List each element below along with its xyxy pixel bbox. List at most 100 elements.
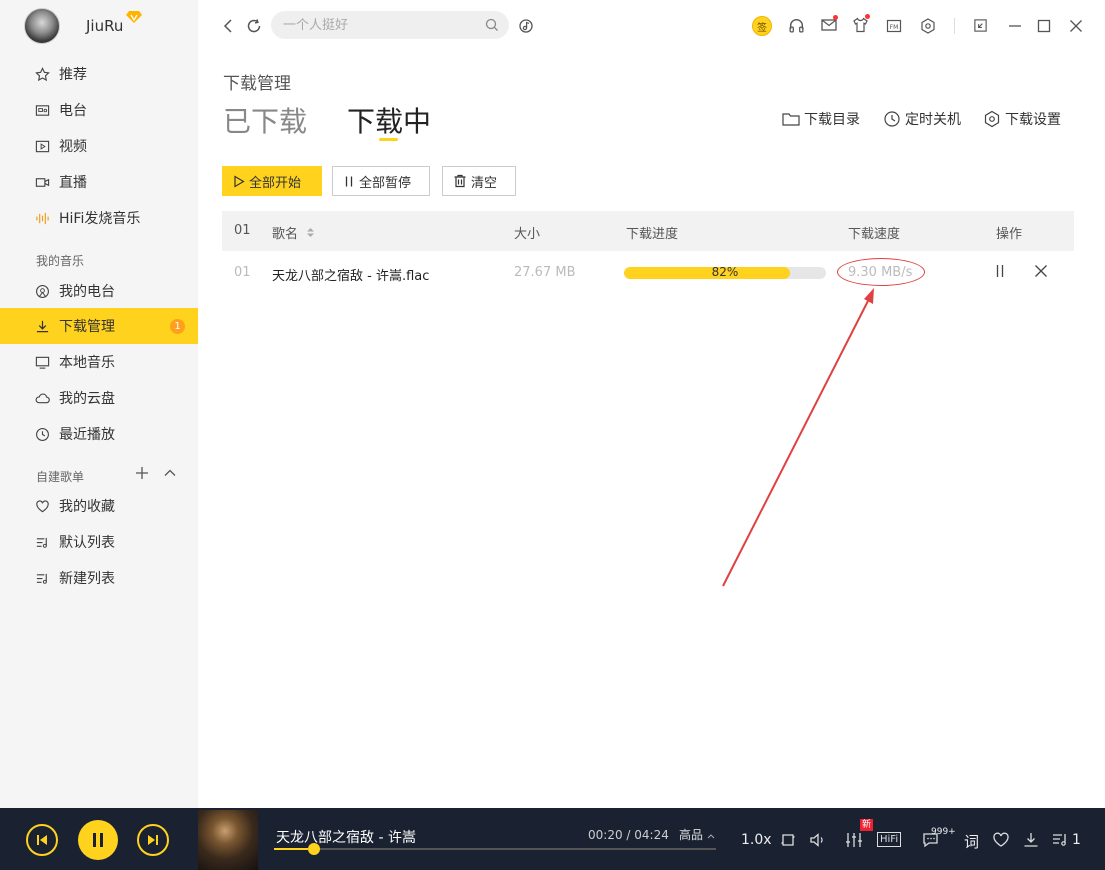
sidebar-item-radio[interactable]: 电台 xyxy=(0,92,198,128)
row-delete-close-icon[interactable] xyxy=(1034,264,1048,282)
download-settings-button[interactable]: 下载设置 xyxy=(983,109,1061,129)
clear-button[interactable]: 清空 xyxy=(442,166,516,196)
sidebar-item-recommend[interactable]: 推荐 xyxy=(0,56,198,92)
headphones-icon[interactable] xyxy=(788,17,805,34)
skin-notification-dot xyxy=(865,14,870,19)
vip-diamond-icon[interactable] xyxy=(126,10,142,24)
download-icon[interactable] xyxy=(1023,832,1039,848)
cloud-icon xyxy=(34,390,50,406)
previous-track-button[interactable] xyxy=(26,824,58,856)
col-speed-header: 下载速度 xyxy=(848,227,901,242)
collapse-chevron-icon[interactable] xyxy=(163,466,177,484)
sidebar-item-label: HiFi发烧音乐 xyxy=(59,211,141,227)
clock-icon xyxy=(34,426,50,442)
album-cover[interactable] xyxy=(198,810,258,870)
download-settings-label: 下载设置 xyxy=(1005,112,1061,128)
download-folder-label: 下载目录 xyxy=(804,112,860,128)
sidebar-item-download-manager[interactable]: 下载管理 1 xyxy=(0,308,198,344)
new-tag-badge: 新 xyxy=(860,819,874,831)
video-icon xyxy=(34,138,50,154)
star-icon xyxy=(34,66,50,82)
pause-icon xyxy=(345,176,353,186)
sidebar-item-default-list[interactable]: 默认列表 xyxy=(0,524,198,560)
monitor-icon xyxy=(34,354,50,370)
settings-gear-icon[interactable] xyxy=(920,18,936,34)
timer-icon xyxy=(884,111,900,127)
sidebar-item-label: 推荐 xyxy=(59,67,87,83)
sidebar-item-label: 新建列表 xyxy=(59,571,115,587)
row-index: 01 xyxy=(234,265,251,280)
close-icon[interactable] xyxy=(1069,19,1083,33)
music-recognition-icon[interactable] xyxy=(518,18,534,34)
volume-icon[interactable] xyxy=(809,832,827,848)
timer-shutdown-label: 定时关机 xyxy=(905,112,961,128)
maximize-icon[interactable] xyxy=(1037,19,1051,33)
play-pause-button[interactable] xyxy=(78,820,118,860)
trash-icon xyxy=(454,174,466,188)
loop-mode-icon[interactable] xyxy=(780,832,796,848)
equalizer-icon[interactable] xyxy=(845,832,863,848)
fm-icon[interactable]: FM xyxy=(886,18,902,34)
sidebar: JiuRu 推荐 电台 视频 直播 HiFi发烧音乐 我的音乐 我的电台 下载管… xyxy=(0,0,198,808)
download-folder-button[interactable]: 下载目录 xyxy=(782,109,860,129)
top-bar: 签 FM xyxy=(198,0,1105,52)
row-pause-icon[interactable] xyxy=(994,264,1006,282)
col-name-header[interactable]: 歌名 xyxy=(272,223,315,242)
sidebar-item-label: 我的云盘 xyxy=(59,391,115,407)
download-progress-bar: 82% xyxy=(624,267,826,279)
sidebar-item-new-list[interactable]: 新建列表 xyxy=(0,560,198,596)
like-heart-icon[interactable] xyxy=(992,832,1010,848)
mini-mode-icon[interactable] xyxy=(973,18,988,33)
sidebar-item-favorites[interactable]: 我的收藏 xyxy=(0,488,198,524)
back-arrow-icon[interactable] xyxy=(222,18,234,34)
sort-icon[interactable] xyxy=(306,227,315,238)
add-playlist-icon[interactable] xyxy=(135,466,149,484)
minimize-icon[interactable] xyxy=(1008,19,1022,33)
hifi-badge[interactable]: HiFi xyxy=(877,832,902,847)
sidebar-item-label: 我的收藏 xyxy=(59,499,115,515)
table-row[interactable]: 01 天龙八部之宿敌 - 许嵩.flac 27.67 MB 82% 9.30 M… xyxy=(222,252,1074,294)
sidebar-item-live[interactable]: 直播 xyxy=(0,164,198,200)
svg-text:FM: FM xyxy=(890,24,899,31)
col-ops-header: 操作 xyxy=(996,227,1023,242)
avatar[interactable] xyxy=(24,8,60,44)
lyrics-toggle[interactable]: 词 xyxy=(964,831,979,852)
sidebar-item-local-music[interactable]: 本地音乐 xyxy=(0,344,198,380)
sidebar-item-label: 我的电台 xyxy=(59,284,115,300)
pause-all-button[interactable]: 全部暂停 xyxy=(332,166,430,196)
playback-progress-knob[interactable] xyxy=(308,843,320,855)
sidebar-item-recent[interactable]: 最近播放 xyxy=(0,416,198,452)
search-input[interactable] xyxy=(271,11,471,39)
tab-downloaded[interactable]: 已下载 xyxy=(223,100,307,140)
playlist-queue-icon[interactable] xyxy=(1052,832,1070,848)
download-count-badge: 1 xyxy=(170,319,185,334)
user-profile[interactable]: JiuRu xyxy=(24,8,123,44)
folder-icon xyxy=(782,113,800,126)
mail-icon[interactable] xyxy=(821,18,837,32)
search-icon[interactable] xyxy=(485,18,499,36)
skin-shirt-icon[interactable] xyxy=(852,17,869,33)
start-all-button[interactable]: 全部开始 xyxy=(222,166,322,196)
tab-downloading[interactable]: 下载中 xyxy=(347,100,431,140)
active-tab-indicator xyxy=(379,138,398,141)
section-title-my-music: 我的音乐 xyxy=(36,254,85,268)
download-progress-label: 82% xyxy=(711,267,739,279)
sidebar-item-hifi[interactable]: HiFi发烧音乐 xyxy=(0,200,198,236)
play-outline-icon xyxy=(234,174,245,188)
quality-selector[interactable]: 高品 xyxy=(679,826,715,843)
sign-in-badge[interactable]: 签 xyxy=(752,16,772,36)
next-track-button[interactable] xyxy=(137,824,169,856)
now-playing-title: 天龙八部之宿敌 - 许嵩 xyxy=(276,830,416,846)
refresh-icon[interactable] xyxy=(246,18,262,34)
search-box[interactable] xyxy=(271,11,509,39)
playlist-icon xyxy=(34,534,50,550)
sidebar-item-my-radio[interactable]: 我的电台 xyxy=(0,273,198,309)
sidebar-item-video[interactable]: 视频 xyxy=(0,128,198,164)
download-icon xyxy=(34,318,50,334)
playback-progress-track[interactable] xyxy=(274,848,716,850)
timer-shutdown-button[interactable]: 定时关机 xyxy=(883,109,961,129)
heart-icon xyxy=(34,498,50,514)
playback-rate[interactable]: 1.0x xyxy=(741,832,772,848)
col-size-header: 大小 xyxy=(514,227,541,242)
sidebar-item-cloud[interactable]: 我的云盘 xyxy=(0,380,198,416)
